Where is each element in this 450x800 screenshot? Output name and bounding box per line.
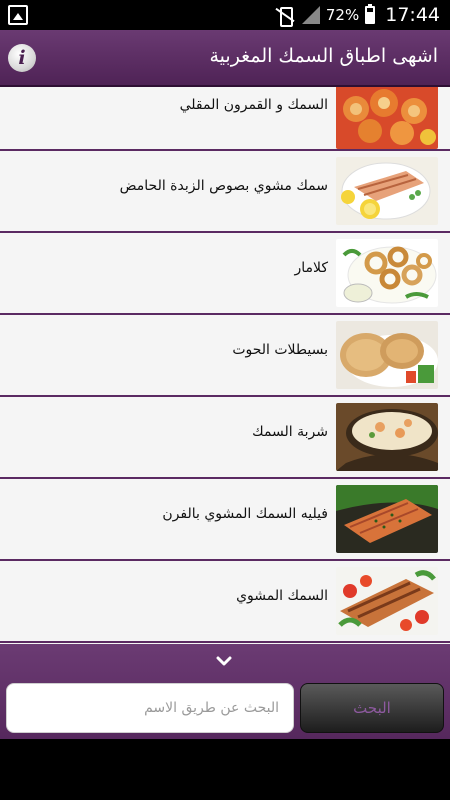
recipe-thumbnail [336,321,438,389]
recipe-thumbnail [336,567,438,635]
recipe-title: سمك مشوي بصوص الزبدة الحامض [119,178,328,194]
screen: 72% 17:44 i اشهى اطباق السمك المغربية ال… [0,0,450,800]
recipe-thumbnail [336,157,438,225]
recipe-title: فيليه السمك المشوي بالفرن [162,506,328,522]
chevron-down-icon[interactable] [216,653,232,669]
recipe-thumbnail [336,403,438,471]
recipe-title: السمك و القمرون المقلي [179,97,328,113]
image-notification-icon [8,5,28,25]
info-icon[interactable]: i [8,44,36,72]
search-input[interactable] [7,684,293,732]
status-bar: 72% 17:44 [0,0,450,30]
list-item[interactable]: السمك المشوي [0,561,450,643]
recipe-thumbnail [336,239,438,307]
list-item[interactable]: السمك و القمرون المقلي [0,87,450,151]
list-item[interactable]: كلامار [0,233,450,315]
page-title: اشهى اطباق السمك المغربية [209,45,438,67]
recipe-title: كلامار [294,260,328,276]
recipe-thumbnail [336,485,438,553]
battery-percent: 72% [325,6,360,24]
status-indicators: 72% 17:44 [274,0,440,30]
action-bar: i اشهى اطباق السمك المغربية [0,30,450,87]
list-item[interactable]: سمك مشوي بصوص الزبدة الحامض [0,151,450,233]
search-button[interactable]: البحث [300,683,444,733]
recipe-title: شربة السمك [252,424,328,440]
recipe-list[interactable]: السمك و القمرون المقلي سمك مشوي بصوص الز… [0,87,450,644]
recipe-title: السمك المشوي [236,588,328,604]
search-bar: البحث [0,644,450,739]
signal-icon [301,6,320,24]
vibrate-icon [274,6,296,27]
recipe-title: بسيطلات الحوت [232,342,328,358]
recipe-thumbnail [336,87,438,149]
search-field[interactable] [6,683,294,733]
list-item[interactable]: شربة السمك [0,397,450,479]
navigation-area [0,739,450,800]
list-item[interactable]: بسيطلات الحوت [0,315,450,397]
list-item[interactable]: فيليه السمك المشوي بالفرن [0,479,450,561]
clock: 17:44 [385,4,440,26]
battery-icon [365,4,376,24]
